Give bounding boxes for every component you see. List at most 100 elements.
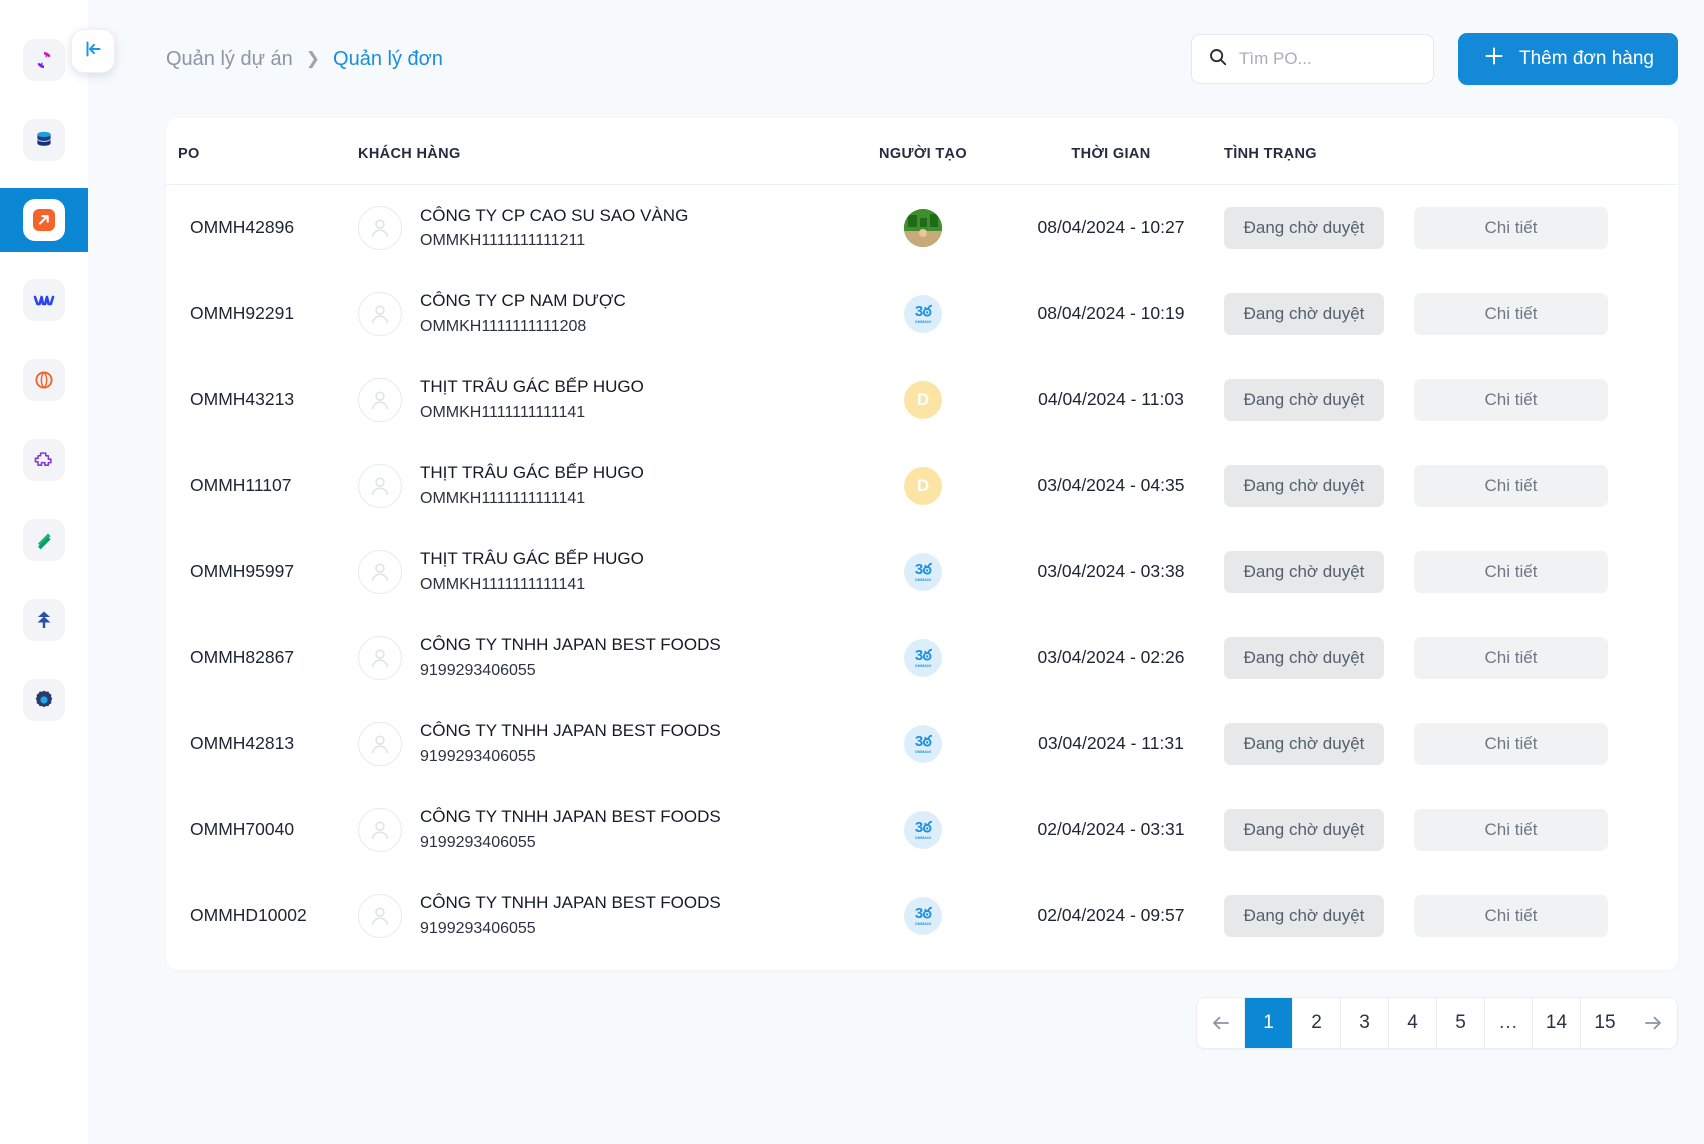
database-icon [23,119,65,161]
sidebar-item-database[interactable] [0,108,88,172]
cell-customer: CÔNG TY TNHH JAPAN BEST FOODS91992934060… [358,701,848,787]
detail-button[interactable]: Chi tiết [1414,723,1608,765]
shipping-icon [23,359,65,401]
order-time: 03/04/2024 - 04:35 [998,475,1224,496]
status-badge: Đang chờ duyệt [1224,379,1384,421]
table-row[interactable]: OMMH92291CÔNG TY CP NAM DƯỢCOMMKH1111111… [166,271,1678,357]
cell-po: OMMHD62820 [166,959,358,971]
detail-button[interactable]: Chi tiết [1414,207,1608,249]
sidebar-collapse-button[interactable] [71,29,115,73]
table-row[interactable]: OMMH42813CÔNG TY TNHH JAPAN BEST FOODS91… [166,701,1678,787]
creator-avatar-initial: D [904,467,942,505]
column-header-status: TÌNH TRẠNG [1224,118,1414,185]
customer-code: 9199293406055 [420,917,721,941]
cell-po: OMMH11107 [166,443,358,529]
gear-icon [23,679,65,721]
sidebar-item-warehouse[interactable] [0,268,88,332]
avatar [358,894,402,938]
main-content: Quản lý dự án ❯ Quản lý đơn Tìm PO... [88,0,1704,1144]
sidebar-item-plugin[interactable] [0,428,88,492]
cell-time: 03/04/2024 - 11:31 [998,701,1224,787]
cell-po: OMMH42813 [166,701,358,787]
cell-customer: CÔNG TY TNHH JAPAN BEST FOODS91992934060… [358,873,848,959]
cell-action: Chi tiết [1414,443,1678,529]
cell-customer: CÔNG TY TNHH JAPAN BEST FOODS91992934060… [358,959,848,971]
orders-icon [23,199,65,241]
table-row[interactable]: OMMH11107THỊT TRÂU GÁC BẾP HUGOOMMKH1111… [166,443,1678,529]
table-row[interactable]: OMMH43213THỊT TRÂU GÁC BẾP HUGOOMMKH1111… [166,357,1678,443]
po-code: OMMH92291 [178,303,358,324]
avatar [358,206,402,250]
creator-avatar-ommani: 3ఠOMMANI [904,811,942,849]
sidebar-item-orders[interactable] [0,188,88,252]
table-row[interactable]: OMMH82867CÔNG TY TNHH JAPAN BEST FOODS91… [166,615,1678,701]
table-row[interactable]: OMMHD62820CÔNG TY TNHH JAPAN BEST FOODS9… [166,959,1678,971]
pagination-next[interactable] [1629,998,1677,1048]
pagination-page-5[interactable]: 5 [1437,998,1485,1048]
sidebar-item-settings[interactable] [0,668,88,732]
cell-creator: 3ఠOMMANI [848,959,998,971]
avatar [358,636,402,680]
search-icon [1208,47,1228,72]
table-row[interactable]: OMMH42896CÔNG TY CP CAO SU SAO VÀNGOMMKH… [166,185,1678,271]
pagination-page-14[interactable]: 14 [1533,998,1581,1048]
cell-status: Đang chờ duyệt [1224,443,1414,529]
search-input[interactable]: Tìm PO... [1239,49,1312,69]
cell-creator: 3ఠOMMANI [848,615,998,701]
customer-name: CÔNG TY TNHH JAPAN BEST FOODS [420,632,721,658]
cell-creator: 3ఠOMMANI [848,529,998,615]
customer-code: OMMKH1111111111141 [420,573,644,597]
cell-status: Đang chờ duyệt [1224,357,1414,443]
status-badge: Đang chờ duyệt [1224,551,1384,593]
breadcrumb-current[interactable]: Quản lý đơn [333,48,443,71]
cell-time: 02/04/2024 - 03:31 [998,787,1224,873]
avatar [358,292,402,336]
table-row[interactable]: OMMHD10002CÔNG TY TNHH JAPAN BEST FOODS9… [166,873,1678,959]
sidebar-item-network[interactable] [0,588,88,652]
status-badge: Đang chờ duyệt [1224,465,1384,507]
po-code: OMMH11107 [178,475,358,496]
add-order-button[interactable]: Thêm đơn hàng [1458,33,1678,85]
cell-action: Chi tiết [1414,615,1678,701]
cell-time: 02/04/2024 - 09:50 [998,959,1224,971]
avatar [358,550,402,594]
search-box[interactable]: Tìm PO... [1191,34,1434,84]
cell-creator: D [848,357,998,443]
column-header-po: PO [166,118,358,185]
detail-button[interactable]: Chi tiết [1414,293,1608,335]
pagination-page-2[interactable]: 2 [1293,998,1341,1048]
sidebar-item-finance[interactable] [0,508,88,572]
cell-status: Đang chờ duyệt [1224,701,1414,787]
detail-button[interactable]: Chi tiết [1414,895,1608,937]
cell-time: 03/04/2024 - 04:35 [998,443,1224,529]
column-header-time: THỜI GIAN [998,118,1224,185]
cell-customer: THỊT TRÂU GÁC BẾP HUGOOMMKH1111111111141 [358,357,848,443]
cell-action: Chi tiết [1414,271,1678,357]
pagination-page-3[interactable]: 3 [1341,998,1389,1048]
table-row[interactable]: OMMH70040CÔNG TY TNHH JAPAN BEST FOODS91… [166,787,1678,873]
pagination-page-4[interactable]: 4 [1389,998,1437,1048]
detail-button[interactable]: Chi tiết [1414,465,1608,507]
breadcrumb-parent[interactable]: Quản lý dự án [166,48,293,71]
sidebar-item-shipping[interactable] [0,348,88,412]
cell-status: Đang chờ duyệt [1224,271,1414,357]
customer-name: CÔNG TY TNHH JAPAN BEST FOODS [420,718,721,744]
breadcrumb: Quản lý dự án ❯ Quản lý đơn [166,48,443,71]
detail-button[interactable]: Chi tiết [1414,379,1608,421]
cell-time: 03/04/2024 - 02:26 [998,615,1224,701]
creator-avatar-initial: D [904,381,942,419]
detail-button[interactable]: Chi tiết [1414,637,1608,679]
pagination-page-15[interactable]: 15 [1581,998,1629,1048]
creator-avatar-ommani: 3ఠOMMANI [904,897,942,935]
table-row[interactable]: OMMH95997THỊT TRÂU GÁC BẾP HUGOOMMKH1111… [166,529,1678,615]
creator-avatar-ommani: 3ఠOMMANI [904,553,942,591]
pagination-prev[interactable] [1197,998,1245,1048]
detail-button[interactable]: Chi tiết [1414,551,1608,593]
detail-button[interactable]: Chi tiết [1414,809,1608,851]
pagination: 12345...1415 [1196,997,1678,1049]
app-root: Quản lý dự án ❯ Quản lý đơn Tìm PO... [0,0,1704,1144]
pagination-area: 12345...1415 [166,970,1678,1049]
po-code: OMMH95997 [178,561,358,582]
pagination-page-1[interactable]: 1 [1245,998,1293,1048]
orders-table: PO KHÁCH HÀNG NGƯỜI TẠO THỜI GIAN TÌNH T… [166,118,1678,970]
